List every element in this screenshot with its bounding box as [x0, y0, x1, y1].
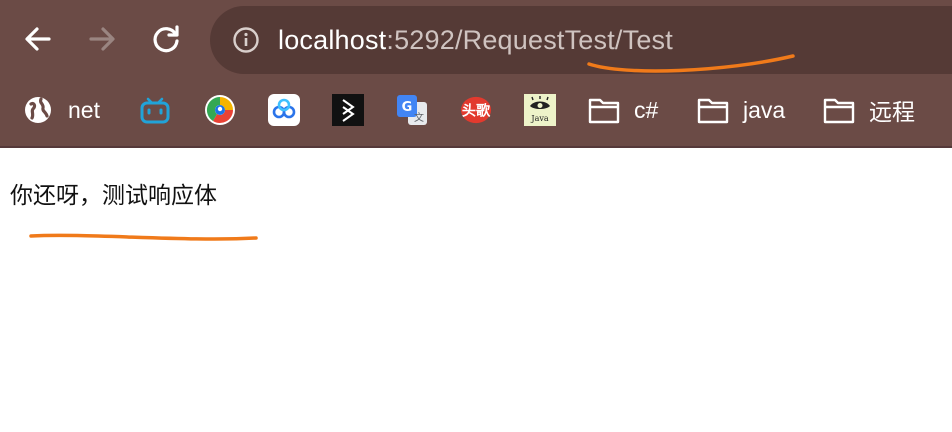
- touge-icon-text: 头歌: [462, 103, 491, 120]
- bookmark-google-translate[interactable]: G 文: [396, 92, 428, 128]
- url-path: :5292/RequestTest/Test: [386, 25, 673, 55]
- forward-button[interactable]: [81, 18, 123, 60]
- google-translate-icon: G 文: [396, 94, 428, 126]
- bookmark-label: java: [743, 96, 786, 123]
- annotation-underline-url: [587, 54, 795, 73]
- bookmark-folder-remote[interactable]: 远程: [823, 92, 915, 128]
- touge-icon: 头歌: [460, 94, 492, 126]
- forward-arrow-icon: [89, 27, 115, 51]
- dark-app-icon: [332, 94, 364, 126]
- svg-text:文: 文: [414, 111, 424, 124]
- bookmark-java-eye[interactable]: Java: [524, 92, 556, 128]
- bookmark-cloud[interactable]: [268, 92, 300, 128]
- folder-icon: [697, 94, 729, 126]
- java-icon-text: Java: [530, 114, 548, 123]
- cloud-link-icon: [268, 94, 300, 126]
- globe-icon: [22, 94, 54, 126]
- bookmark-folder-java[interactable]: java: [697, 92, 785, 128]
- address-bar[interactable]: localhost:5292/RequestTest/Test: [210, 6, 952, 74]
- back-button[interactable]: [17, 18, 59, 60]
- folder-icon: [588, 94, 620, 126]
- bookmark-label: c#: [634, 96, 659, 123]
- bookmark-touge[interactable]: 头歌: [460, 92, 492, 128]
- bilibili-icon: [139, 94, 171, 126]
- reload-icon: [153, 25, 179, 53]
- response-body-text: 你还呀，测试响应体: [10, 183, 217, 209]
- bookmark-folder-csharp[interactable]: c#: [588, 92, 658, 128]
- bookmark-net[interactable]: net: [22, 92, 100, 128]
- qq-browser-icon: [204, 94, 236, 126]
- bookmark-label: 远程: [869, 99, 915, 125]
- browser-toolbar: localhost:5292/RequestTest/Test: [0, 0, 952, 80]
- folder-icon: [823, 94, 855, 126]
- bookmark-bilibili[interactable]: [139, 92, 171, 128]
- annotation-underline-body: [29, 233, 258, 241]
- bookmarks-bar: net G 文 头歌 Java c# java 远程: [0, 88, 952, 134]
- java-eye-icon: Java: [524, 94, 556, 126]
- info-icon[interactable]: [232, 26, 260, 54]
- browser-chrome: localhost:5292/RequestTest/Test net G 文 …: [0, 0, 952, 148]
- bookmark-qq-browser[interactable]: [204, 92, 236, 128]
- back-arrow-icon: [25, 27, 51, 51]
- toolbar-divider: [0, 146, 952, 148]
- bookmark-dark-app[interactable]: [332, 92, 364, 128]
- svg-text:G: G: [402, 100, 413, 115]
- bookmark-label: net: [68, 96, 100, 123]
- url-host: localhost: [278, 25, 387, 55]
- reload-button[interactable]: [145, 18, 187, 60]
